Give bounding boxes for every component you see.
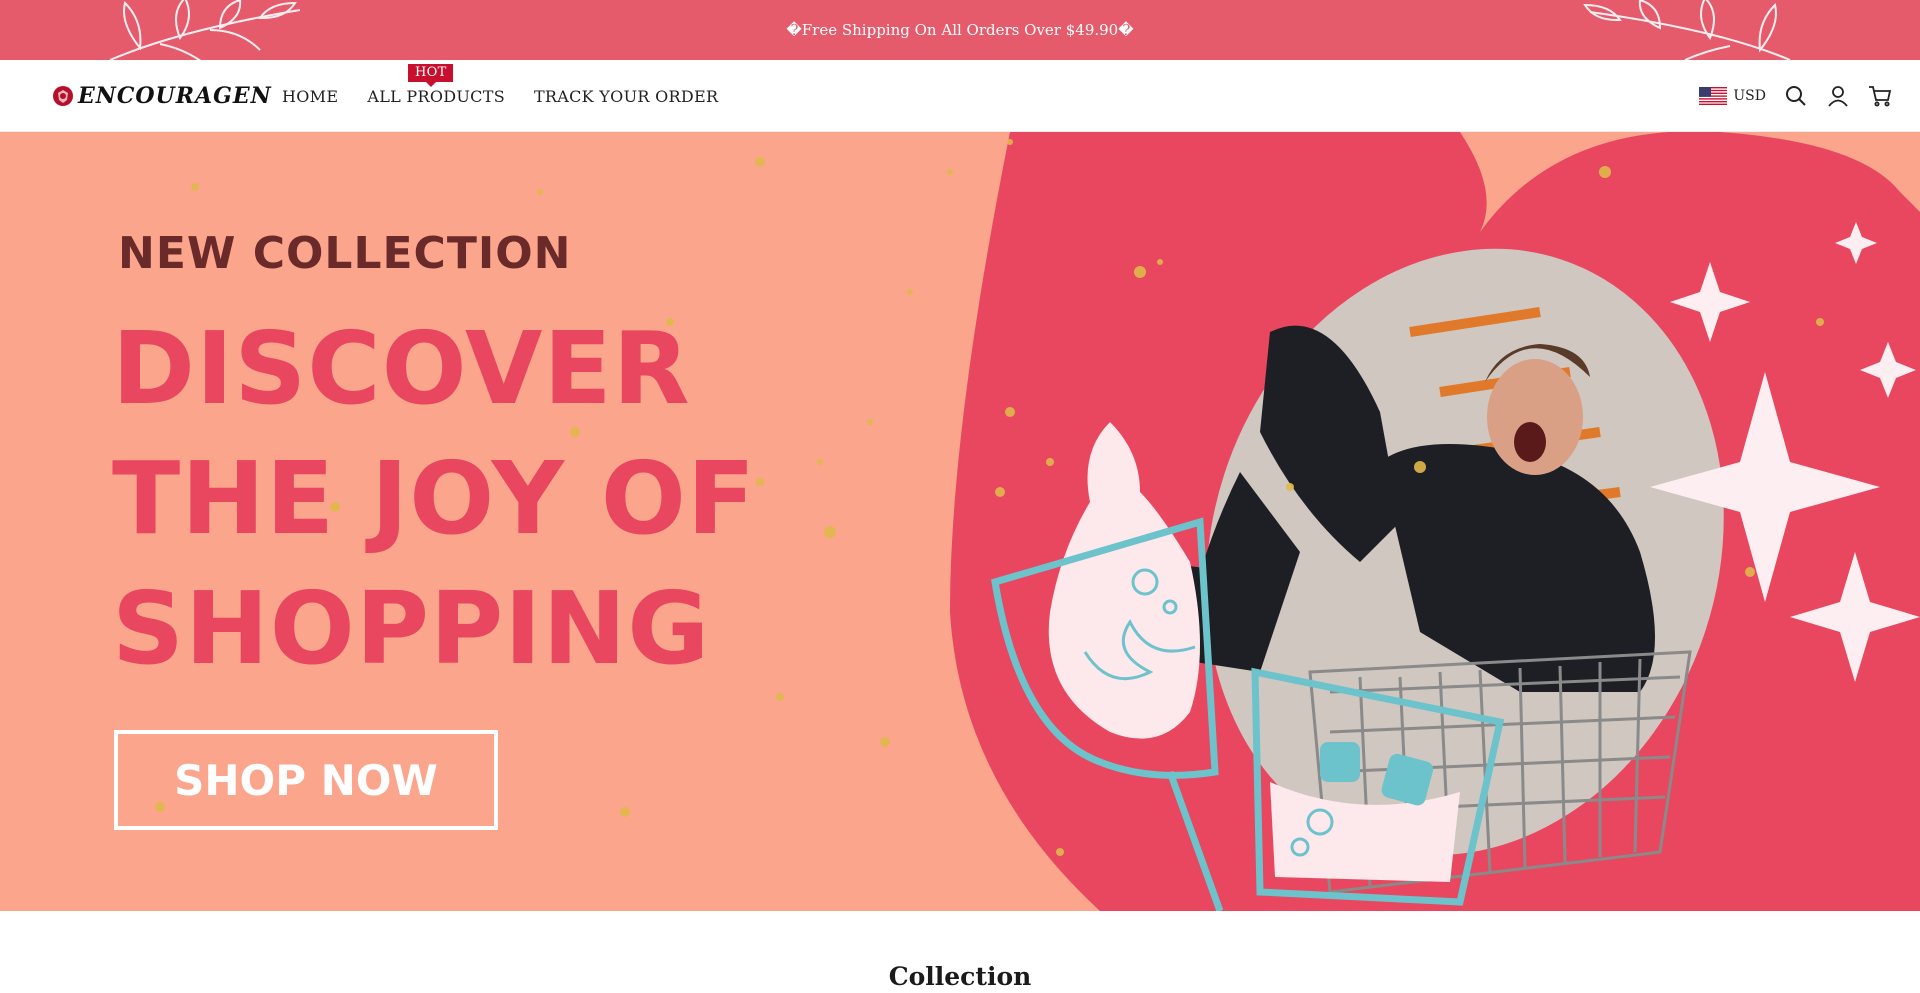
main-nav: HOME HOT ALL PRODUCTS TRACK YOUR ORDER — [282, 60, 718, 132]
search-icon[interactable] — [1784, 84, 1808, 108]
currency-selector[interactable]: USD — [1699, 87, 1766, 105]
nav-all-products[interactable]: HOT ALL PRODUCTS — [367, 63, 505, 106]
shop-now-button[interactable]: SHOP NOW — [114, 730, 498, 830]
hero-eyebrow: NEW COLLECTION — [118, 228, 572, 279]
hot-badge: HOT — [408, 63, 454, 87]
cart-icon[interactable] — [1868, 84, 1892, 108]
hero-banner[interactable]: NEW COLLECTION DISCOVER THE JOY OF SHOPP… — [0, 132, 1920, 911]
site-logo[interactable]: ENCOURAGEN — [52, 80, 272, 112]
account-icon[interactable] — [1826, 84, 1850, 108]
site-header: ENCOURAGEN HOME HOT ALL PRODUCTS TRACK Y… — [0, 60, 1920, 132]
nav-home[interactable]: HOME — [282, 87, 338, 106]
nav-all-products-label: ALL PRODUCTS — [367, 86, 505, 106]
nav-track-order[interactable]: TRACK YOUR ORDER — [534, 87, 718, 106]
announcement-text: �Free Shipping On All Orders Over $49.90… — [786, 21, 1134, 39]
announcement-bar: �Free Shipping On All Orders Over $49.90… — [0, 0, 1920, 60]
currency-label: USD — [1733, 88, 1766, 104]
hero-title-line: SHOPPING — [112, 570, 711, 687]
hero-title-line: THE JOY OF — [112, 440, 757, 557]
hero-title-line: DISCOVER — [112, 310, 691, 427]
logo-mark-icon — [53, 86, 73, 106]
hero-title: DISCOVER THE JOY OF SHOPPING — [112, 304, 832, 694]
collection-heading: Collection — [888, 962, 1032, 991]
us-flag-icon — [1699, 87, 1728, 105]
header-actions: USD — [1699, 60, 1892, 132]
logo-text: ENCOURAGEN — [78, 83, 272, 109]
